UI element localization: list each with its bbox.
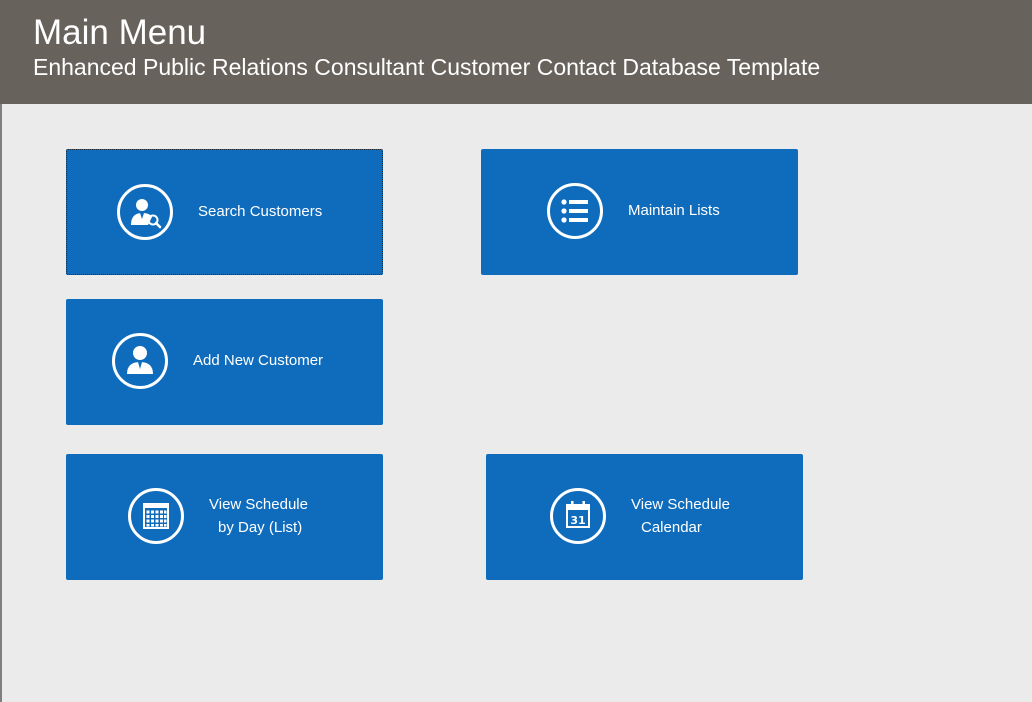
view-schedule-calendar-button[interactable]: 31 View Schedule Calendar xyxy=(486,454,803,580)
calendar-31-icon: 31 xyxy=(550,488,606,544)
page-subtitle: Enhanced Public Relations Consultant Cus… xyxy=(33,54,821,80)
search-person-icon xyxy=(117,184,173,240)
page-title: Main Menu xyxy=(33,13,207,52)
maintain-lists-button[interactable]: Maintain Lists xyxy=(481,149,798,275)
view-schedule-by-day-label-line2: by Day (List) xyxy=(218,519,303,536)
window-left-border xyxy=(0,0,2,702)
calendar-day-number: 31 xyxy=(570,514,585,527)
view-schedule-calendar-label-line1: View Schedule xyxy=(631,496,730,513)
view-schedule-by-day-button[interactable]: View Schedule by Day (List) xyxy=(66,454,383,580)
search-customers-label: Search Customers xyxy=(198,203,323,220)
search-customers-button[interactable]: Search Customers xyxy=(66,149,383,275)
view-schedule-calendar-label-line2: Calendar xyxy=(641,519,702,536)
maintain-lists-label: Maintain Lists xyxy=(628,202,720,219)
add-new-customer-label: Add New Customer xyxy=(193,352,324,369)
person-icon xyxy=(112,333,168,389)
add-new-customer-button[interactable]: Add New Customer xyxy=(66,299,383,425)
calendar-grid-icon xyxy=(128,488,184,544)
page-header: Main Menu Enhanced Public Relations Cons… xyxy=(0,0,1032,104)
view-schedule-by-day-label-line1: View Schedule xyxy=(209,496,308,513)
list-icon xyxy=(547,183,603,239)
